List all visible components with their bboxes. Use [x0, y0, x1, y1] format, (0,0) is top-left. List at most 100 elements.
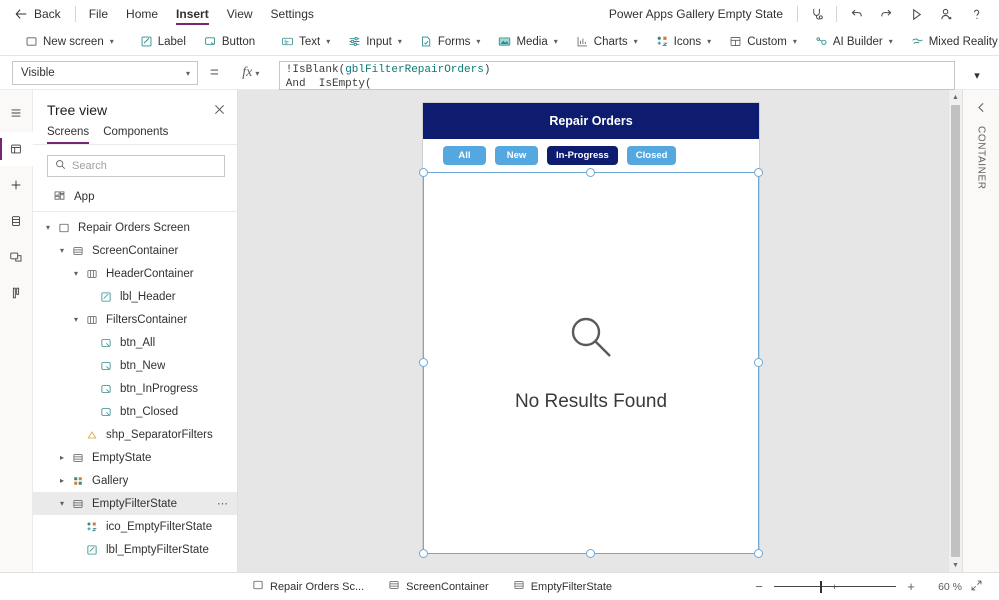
chevron-down-icon[interactable]: ▾ — [69, 315, 83, 324]
properties-panel-label[interactable]: CONTAINER — [976, 126, 987, 190]
tree-node-screencontainer[interactable]: ▾ ScreenContainer — [33, 239, 237, 262]
empty-filter-state[interactable]: No Results Found — [423, 173, 759, 551]
ribbon-mixed-reality[interactable]: Mixed Reality ▾ — [902, 30, 999, 54]
ribbon-forms-label: Forms — [438, 36, 471, 48]
tree-search-box[interactable] — [47, 155, 225, 177]
ribbon-text[interactable]: Text ▾ — [272, 30, 339, 54]
tree-node-label: EmptyFilterState — [92, 498, 177, 510]
breadcrumb-emptyfilterstate[interactable]: EmptyFilterState — [501, 579, 624, 594]
canvas-vertical-scrollbar[interactable]: ▲ ▼ — [948, 90, 962, 572]
ribbon-label[interactable]: Label — [131, 30, 195, 54]
tree-node-emptyfilterstate[interactable]: ▾ EmptyFilterState ⋯ — [33, 492, 237, 515]
formula-expand-button[interactable]: ▾ — [963, 61, 991, 90]
tree-node-label: HeaderContainer — [106, 268, 194, 280]
media-library-icon[interactable] — [0, 240, 33, 274]
tab-components[interactable]: Components — [103, 124, 168, 144]
back-button[interactable]: Back — [10, 1, 71, 27]
chevron-down-icon[interactable]: ▾ — [41, 223, 55, 232]
tree-node-label: FiltersContainer — [106, 314, 187, 326]
zoom-slider-thumb[interactable] — [820, 581, 822, 593]
filter-button-closed[interactable]: Closed — [627, 146, 677, 165]
tree-node-gallery[interactable]: ▸ Gallery — [33, 469, 237, 492]
fit-to-screen-icon[interactable] — [970, 579, 983, 595]
ribbon-charts[interactable]: Charts ▾ — [567, 30, 647, 54]
label-icon — [97, 291, 115, 303]
breadcrumb-repair-orders-screen[interactable]: Repair Orders Sc... — [240, 579, 376, 594]
insert-add-icon[interactable] — [0, 168, 33, 202]
tree-node-shp-separatorfilters[interactable]: shp_SeparatorFilters — [33, 423, 237, 446]
chevron-right-icon[interactable]: ▸ — [55, 476, 69, 485]
tree-node-btn-new[interactable]: btn_New — [33, 354, 237, 377]
app-canvas[interactable]: Repair Orders All New In-Progress Closed… — [238, 90, 962, 572]
menu-item-view[interactable]: View — [218, 1, 262, 27]
ribbon-icons[interactable]: Icons ▾ — [647, 30, 721, 54]
menu-item-insert[interactable]: Insert — [167, 1, 218, 27]
ribbon-forms[interactable]: Forms ▾ — [411, 30, 490, 54]
tree-view-icon[interactable] — [0, 132, 33, 166]
ribbon-button[interactable]: Button — [195, 30, 264, 54]
zoom-slider[interactable]: + — [774, 581, 896, 593]
tree-node-lbl-header[interactable]: lbl_Header — [33, 285, 237, 308]
chevron-down-icon[interactable]: ▾ — [55, 499, 69, 508]
tree-node-lbl-emptyfilterstate[interactable]: lbl_EmptyFilterState — [33, 538, 237, 561]
context-menu-icon[interactable]: ⋯ — [217, 497, 229, 510]
tree-node-btn-closed[interactable]: btn_Closed — [33, 400, 237, 423]
ribbon-custom[interactable]: Custom ▾ — [720, 30, 806, 54]
studio-body: Tree view Screens Components — [0, 90, 999, 572]
tree-node-filterscontainer[interactable]: ▾ FiltersContainer — [33, 308, 237, 331]
breadcrumb-screencontainer[interactable]: ScreenContainer — [376, 579, 501, 594]
tree-node-headercontainer[interactable]: ▾ HeaderContainer — [33, 262, 237, 285]
chevron-right-icon[interactable]: ▸ — [55, 453, 69, 462]
tree-node-ico-emptyfilterstate[interactable]: ico_EmptyFilterState — [33, 515, 237, 538]
property-selector[interactable]: Visible ▾ — [12, 61, 198, 85]
ribbon-new-screen[interactable]: New screen ▾ — [16, 30, 123, 54]
zoom-in-button[interactable]: + — [904, 579, 918, 594]
tree-node-app[interactable]: App — [33, 185, 237, 212]
app-preview-screen[interactable]: Repair Orders All New In-Progress Closed… — [423, 103, 759, 553]
app-header-title: Repair Orders — [549, 114, 632, 128]
zoom-out-button[interactable]: − — [752, 579, 766, 594]
tree-node-btn-all[interactable]: btn_All — [33, 331, 237, 354]
ribbon-ai-builder[interactable]: AI Builder ▾ — [806, 30, 902, 54]
menu-item-home[interactable]: Home — [117, 1, 167, 27]
tree-view-tabs: Screens Components — [33, 124, 237, 145]
ribbon-media[interactable]: Media ▾ — [489, 30, 566, 54]
scrollbar-thumb[interactable] — [951, 105, 960, 557]
filter-button-all[interactable]: All — [443, 146, 486, 165]
tab-screens[interactable]: Screens — [47, 124, 89, 144]
undo-icon[interactable] — [841, 1, 871, 27]
app-checker-icon[interactable] — [802, 1, 832, 27]
hcontainer-icon — [83, 268, 101, 280]
play-preview-icon[interactable] — [901, 1, 931, 27]
ribbon-charts-label: Charts — [594, 36, 628, 48]
formula-input[interactable]: !IsBlank(gblFilterRepairOrders) And IsEm… — [279, 61, 955, 90]
screen-icon — [55, 222, 73, 234]
chevron-down-icon[interactable]: ▾ — [69, 269, 83, 278]
hamburger-menu-icon[interactable] — [0, 96, 33, 130]
tree-node-list[interactable]: ▾ Repair Orders Screen ▾ ScreenContainer… — [33, 212, 237, 572]
scroll-up-icon[interactable]: ▲ — [949, 90, 963, 104]
tree-node-btn-inprogress[interactable]: btn_InProgress — [33, 377, 237, 400]
chevron-left-icon[interactable] — [976, 102, 987, 116]
scroll-down-icon[interactable]: ▼ — [949, 558, 963, 572]
menu-item-file[interactable]: File — [80, 1, 117, 27]
close-icon[interactable] — [214, 104, 225, 117]
menu-item-settings[interactable]: Settings — [262, 1, 323, 27]
help-icon[interactable] — [961, 1, 991, 27]
filter-button-in-progress[interactable]: In-Progress — [547, 146, 618, 165]
fx-dropdown-button[interactable]: fx ▾ — [231, 61, 271, 85]
search-input[interactable] — [72, 160, 217, 172]
redo-icon[interactable] — [871, 1, 901, 27]
chevron-down-icon[interactable]: ▾ — [55, 246, 69, 255]
tree-node-emptystate[interactable]: ▸ EmptyState — [33, 446, 237, 469]
container-icon — [69, 452, 87, 464]
advanced-tools-icon[interactable] — [0, 276, 33, 310]
data-sources-icon[interactable] — [0, 204, 33, 238]
app-header-bar[interactable]: Repair Orders — [423, 103, 759, 139]
label-icon — [140, 35, 153, 48]
filters-container: All New In-Progress Closed — [423, 139, 759, 172]
share-user-icon[interactable] — [931, 1, 961, 27]
filter-button-new[interactable]: New — [495, 146, 538, 165]
tree-node-repair-orders-screen[interactable]: ▾ Repair Orders Screen — [33, 216, 237, 239]
ribbon-input[interactable]: Input ▾ — [339, 30, 411, 54]
